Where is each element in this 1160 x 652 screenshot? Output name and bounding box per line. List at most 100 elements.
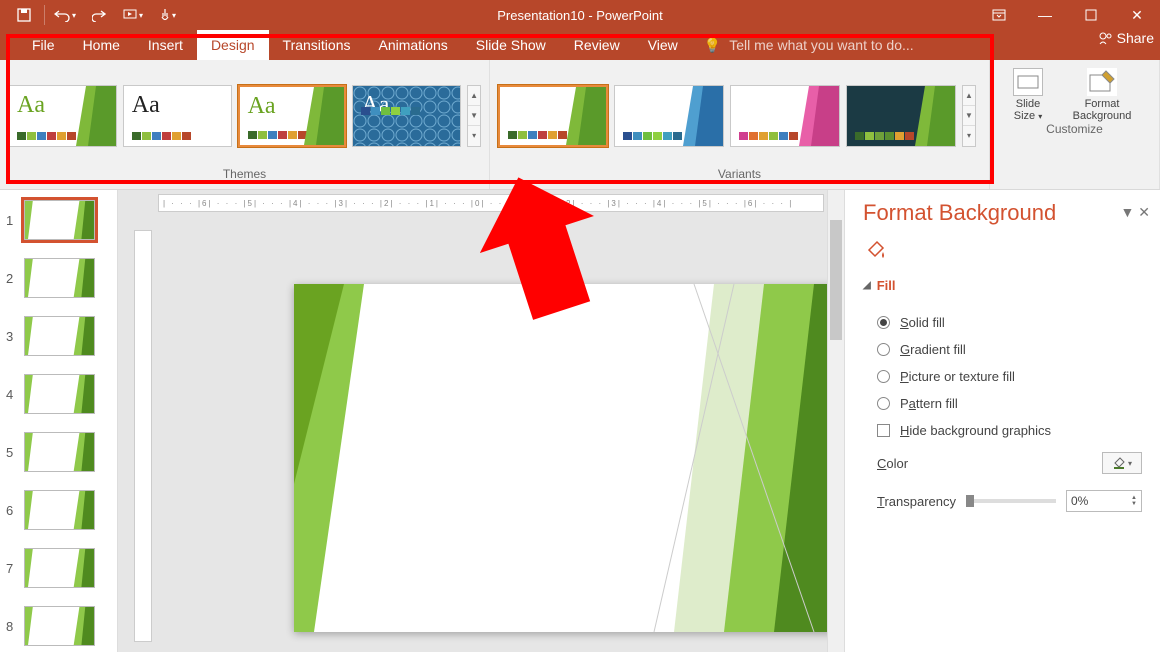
format-background-label: Format Background [1066,98,1138,122]
radio-label: Picture or texture fill [900,369,1015,384]
expand-gallery-icon[interactable]: ▾ [963,126,975,145]
theme-thumbnail-1[interactable]: Aa [8,85,117,147]
slide-thumb-row[interactable]: 1 [6,200,111,240]
variant-thumbnail-1-selected[interactable] [498,85,608,147]
themes-gallery-more[interactable]: ▲▼▾ [467,85,481,147]
color-swatches [508,131,567,139]
share-button[interactable]: Share [1097,30,1154,46]
slide-thumb-row[interactable]: 5 [6,432,111,472]
slide-mini[interactable] [24,548,95,588]
expand-gallery-icon[interactable]: ▾ [468,126,480,145]
pane-close-icon[interactable]: ▼ ✕ [1121,204,1150,221]
start-slideshow-icon[interactable]: ▾ [119,3,147,27]
vertical-scrollbar[interactable] [827,190,844,652]
section-fill[interactable]: Fill [863,278,1142,293]
pane-title: Format Background [863,200,1142,226]
variant-thumbnail-3[interactable] [730,85,840,147]
variant-accent-shape [683,86,723,146]
tab-insert[interactable]: Insert [134,30,197,60]
radio-pattern-fill[interactable]: Pattern fill [863,390,1142,417]
fill-bucket-icon[interactable] [863,238,887,262]
slide-mini[interactable] [24,374,95,414]
slide-thumbnails-pane[interactable]: 1 2 3 4 5 6 7 8 [0,190,118,652]
slide-thumb-row[interactable]: 8 [6,606,111,646]
scroll-down-icon[interactable]: ▼ [963,106,975,126]
ribbon-group-variants: ▲▼▾ Variants [490,60,990,189]
slide-mini[interactable] [24,606,95,646]
slide-mini[interactable] [24,490,95,530]
check-label: Hide background graphics [900,423,1051,438]
maximize-icon[interactable] [1068,0,1114,30]
tab-design[interactable]: Design [197,30,269,60]
redo-icon[interactable] [85,3,113,27]
radio-picture-fill[interactable]: Picture or texture fill [863,363,1142,390]
group-label-customize: Customize [990,122,1159,144]
slider-thumb[interactable] [966,495,974,507]
slide-mini[interactable] [24,432,95,472]
slide-thumb-row[interactable]: 4 [6,374,111,414]
minimize-icon[interactable]: — [1022,0,1068,30]
theme-accent-shape [76,86,116,146]
radio-solid-fill[interactable]: Solid fill [863,309,1142,336]
transparency-value: 0% [1071,494,1088,508]
checkbox-icon [877,424,890,437]
variants-gallery-more[interactable]: ▲▼▾ [962,85,976,147]
slide-number: 8 [6,619,18,634]
tab-animations[interactable]: Animations [364,30,461,60]
transparency-input[interactable]: 0% ▲▼ [1066,490,1142,512]
tab-file[interactable]: File [18,30,69,60]
tab-view[interactable]: View [634,30,692,60]
slide-mini[interactable] [24,258,95,298]
touch-mode-icon[interactable]: ▾ [153,3,181,27]
tab-home[interactable]: Home [69,30,134,60]
transparency-slider[interactable] [966,499,1056,503]
undo-icon[interactable]: ▾ [51,3,79,27]
radio-label: Solid fill [900,315,945,330]
slide-thumb-row[interactable]: 7 [6,548,111,588]
ribbon-tabstrip: File Home Insert Design Transitions Anim… [0,30,1160,60]
group-label-variants: Variants [490,167,989,189]
slide-thumb-row[interactable]: 2 [6,258,111,298]
close-icon[interactable]: ✕ [1114,0,1160,30]
theme-thumbnail-2[interactable]: Aa [123,85,232,147]
main-area: 12345678 | · · · |6| · · · |5| · · · |4|… [0,190,1160,652]
theme-accent-shape [304,87,344,145]
spinner-icons[interactable]: ▲▼ [1131,495,1137,507]
ribbon-group-customize: Slide Size ▾ Format Background Customize [990,60,1160,189]
slide-number: 3 [6,329,18,344]
slide-thumb-row[interactable]: 6 [6,490,111,530]
slide-number: 6 [6,503,18,518]
color-swatches [623,132,682,140]
row-transparency: Transparency 0% ▲▼ [863,482,1142,520]
radio-icon [877,316,890,329]
theme-thumbnail-3-selected[interactable]: Aa [238,85,347,147]
color-picker-button[interactable]: ▾ [1102,452,1142,474]
slide-canvas[interactable] [294,284,844,632]
format-background-button[interactable]: Format Background [1066,68,1138,122]
radio-gradient-fill[interactable]: Gradient fill [863,336,1142,363]
theme-aa-glyph: Aa [17,92,45,119]
tab-slideshow[interactable]: Slide Show [462,30,560,60]
ribbon-options-icon[interactable] [976,0,1022,30]
vertical-ruler [134,230,152,642]
slide-thumb-row[interactable]: 3 [6,316,111,356]
ribbon: Aa Aa Aa Aa ▲▼▾ Themes [0,60,1160,190]
slide-size-button[interactable]: Slide Size ▾ [1004,68,1052,122]
check-hide-background[interactable]: Hide background graphics [863,417,1142,444]
slide-mini[interactable] [24,200,95,240]
tab-review[interactable]: Review [560,30,634,60]
tab-transitions[interactable]: Transitions [269,30,365,60]
variant-thumbnail-4[interactable] [846,85,956,147]
color-swatches [132,132,191,140]
scroll-up-icon[interactable]: ▲ [468,86,480,106]
scrollbar-thumb[interactable] [830,220,842,340]
scroll-up-icon[interactable]: ▲ [963,86,975,106]
tell-me-search[interactable]: 💡 Tell me what you want to do... [704,30,914,60]
slide-mini[interactable] [24,316,95,356]
radio-label: Pattern fill [900,396,958,411]
row-color: Color ▾ [863,444,1142,482]
save-icon[interactable] [10,3,38,27]
scroll-down-icon[interactable]: ▼ [468,106,480,126]
theme-thumbnail-4[interactable]: Aa [352,85,461,147]
variant-thumbnail-2[interactable] [614,85,724,147]
